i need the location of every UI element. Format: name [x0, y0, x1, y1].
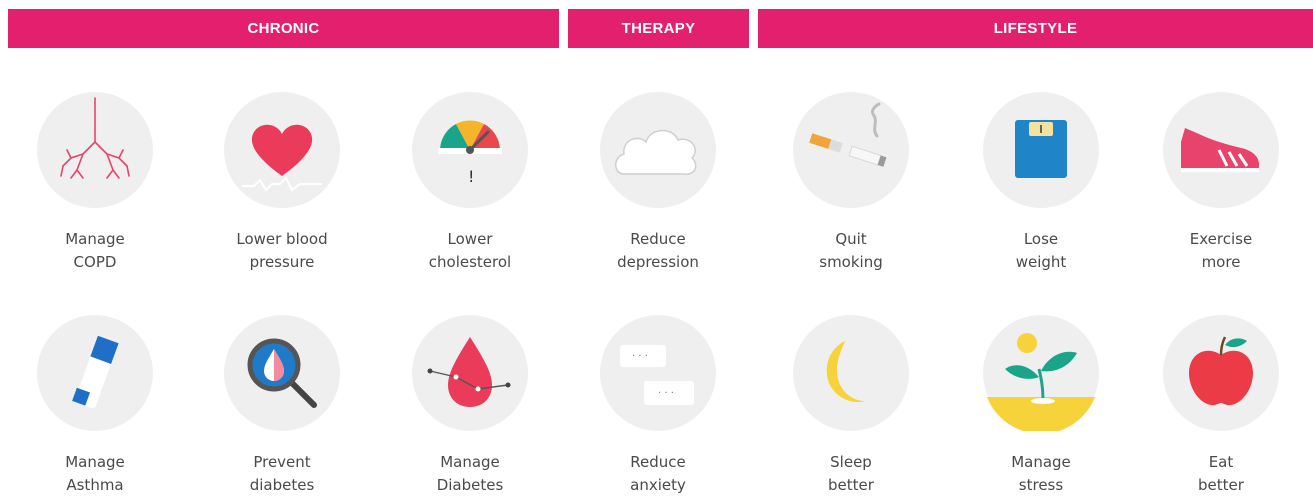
tile-sleep-better[interactable]: Sleep better	[766, 315, 936, 497]
tile-label: Eat better	[1198, 453, 1244, 494]
blood-drop-icon	[427, 337, 511, 407]
tile-manage-stress[interactable]: Manage stress	[956, 315, 1126, 497]
cloud-icon	[615, 129, 697, 175]
tile-label: Prevent diabetes	[249, 453, 315, 494]
tile-reduce-depression[interactable]: Reduce depression	[573, 92, 743, 274]
header-chronic: CHRONIC	[8, 9, 559, 48]
gauge-icon: !	[438, 120, 502, 186]
heart-icon	[242, 124, 322, 192]
tile-label: Manage Asthma	[65, 453, 125, 494]
tile-manage-asthma[interactable]: Manage Asthma	[10, 315, 180, 497]
sprout-icon	[987, 333, 1095, 431]
header-therapy: THERAPY	[568, 9, 749, 48]
tile-label: Reduce anxiety	[630, 453, 686, 494]
tile-label: Manage Diabetes	[436, 453, 504, 494]
tile-quit-smoking[interactable]: Quit smoking	[766, 92, 936, 274]
tile-label: Sleep better	[828, 453, 874, 494]
tile-prevent-diabetes[interactable]: Prevent diabetes	[197, 315, 367, 497]
tile-reduce-anxiety[interactable]: · · · · · · Reduce anxiety	[573, 315, 743, 497]
moon-icon	[826, 341, 865, 403]
tile-eat-better[interactable]: Eat better	[1136, 315, 1306, 497]
cigarette-icon	[809, 102, 887, 167]
inhaler-icon	[72, 335, 119, 409]
tile-lose-weight[interactable]: Lose weight	[956, 92, 1126, 274]
lungs-icon	[60, 97, 130, 179]
magnifier-drop-icon	[247, 338, 317, 408]
tile-manage-diabetes[interactable]: Manage Diabetes	[385, 315, 555, 497]
tile-label: Quit smoking	[819, 230, 883, 271]
tile-label: Manage COPD	[65, 230, 125, 271]
apple-icon	[1189, 336, 1253, 406]
tile-manage-copd[interactable]: Manage COPD	[10, 92, 180, 274]
tile-label: Lower blood pressure	[236, 230, 328, 271]
svg-text:· · ·: · · ·	[632, 351, 648, 362]
chat-bubbles-icon: · · · · · ·	[620, 345, 694, 405]
tile-label: Lower cholesterol	[428, 230, 512, 271]
scale-icon	[1015, 120, 1067, 178]
tile-label: Lose weight	[1015, 230, 1067, 271]
tile-exercise-more[interactable]: Exercise more	[1136, 92, 1306, 274]
tile-label: Manage stress	[1011, 453, 1071, 494]
tile-lower-cholesterol[interactable]: ! Lower cholesterol	[385, 92, 555, 274]
header-lifestyle: LIFESTYLE	[758, 9, 1313, 48]
tile-label: Exercise more	[1189, 230, 1253, 271]
tile-label: Reduce depression	[617, 230, 699, 271]
svg-text:!: !	[468, 167, 474, 186]
svg-text:· · ·: · · ·	[658, 388, 674, 399]
tile-lower-blood-pressure[interactable]: Lower blood pressure	[197, 92, 367, 274]
sneaker-icon	[1181, 128, 1259, 172]
